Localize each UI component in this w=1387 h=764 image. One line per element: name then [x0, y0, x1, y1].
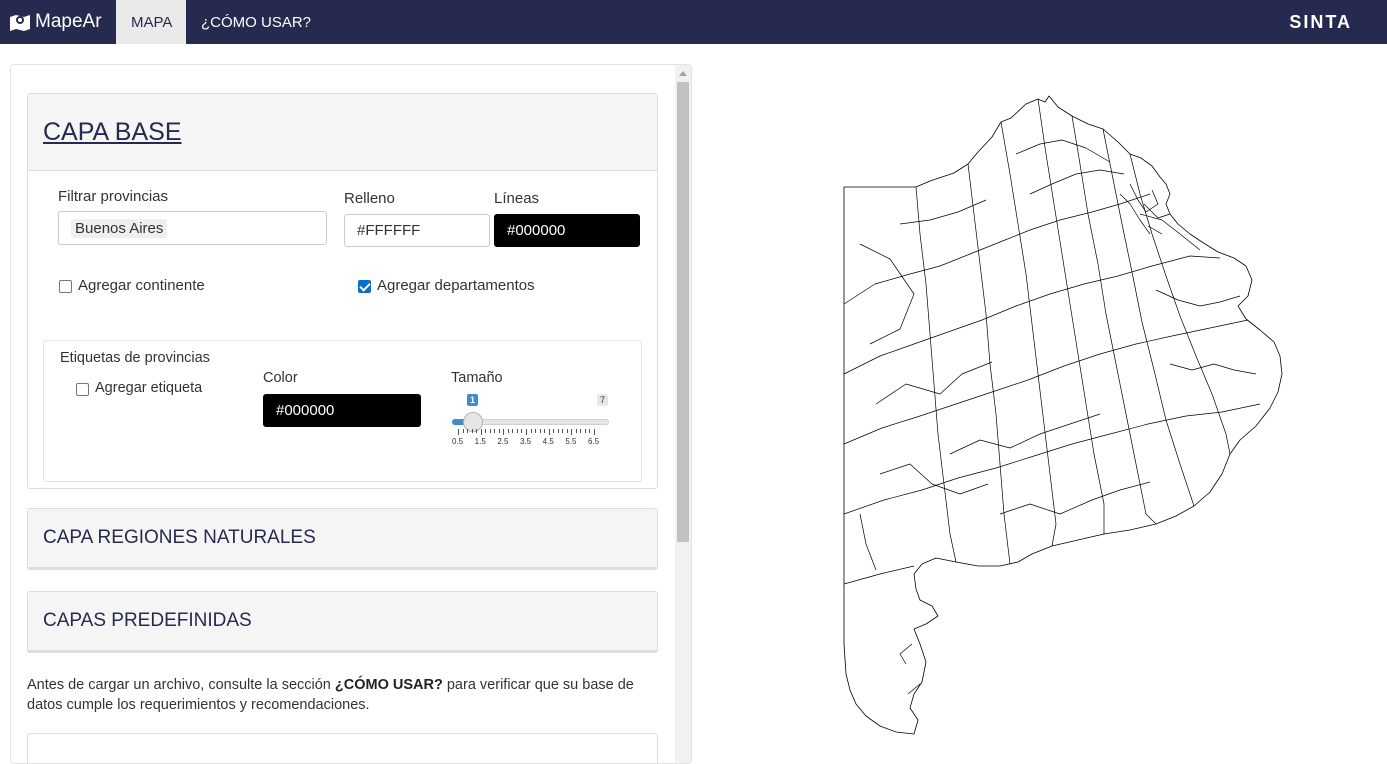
scrollbar-thumb[interactable] [677, 82, 689, 542]
tab-como-usar[interactable]: ¿CÓMO USAR? [186, 0, 326, 44]
add-continent-checkbox[interactable] [59, 280, 72, 293]
brand[interactable]: MapeAr [9, 0, 102, 44]
fill-color-input[interactable]: #FFFFFF [344, 214, 490, 247]
note-link[interactable]: ¿CÓMO USAR? [335, 677, 443, 693]
slider-tick [471, 429, 473, 433]
slider-tick [512, 429, 514, 433]
filter-provinces-input[interactable]: Buenos Aires [58, 211, 327, 245]
sidebar-panel: CAPA BASE Filtrar provincias Buenos Aire… [10, 64, 692, 764]
slider-tick [458, 429, 459, 435]
slider-tick [575, 429, 577, 433]
label-color-input[interactable]: #000000 [263, 394, 421, 427]
slider-tick [480, 429, 482, 435]
province-labels-title: Etiquetas de provincias [60, 350, 210, 366]
predefined-layers-title[interactable]: CAPAS PREDEFINIDAS [28, 592, 657, 652]
slider-tick [476, 429, 478, 433]
slider-tick [594, 429, 595, 435]
predefined-layers-panel: CAPAS PREDEFINIDAS [27, 591, 658, 653]
slider-tick [580, 429, 582, 433]
slider-tick [507, 429, 509, 433]
slider-tick [539, 429, 541, 433]
size-max-badge: 7 [597, 394, 609, 406]
slider-tick [530, 429, 532, 433]
province-outline [843, 95, 1283, 735]
slider-tick [548, 429, 550, 435]
slider-tick-label: 4.5 [542, 437, 554, 446]
filter-provinces-label: Filtrar provincias [58, 188, 169, 205]
province-chip[interactable]: Buenos Aires [71, 218, 168, 238]
lines-color-input[interactable]: #000000 [494, 214, 640, 247]
natural-regions-panel: CAPA REGIONES NATURALES [27, 508, 658, 570]
tab-mapa[interactable]: MAPA [116, 0, 186, 44]
slider-tick [584, 429, 586, 433]
note-text-before: Antes de cargar un archivo, consulte la … [27, 677, 335, 693]
slider-tick [489, 429, 491, 433]
slider-tick [553, 429, 555, 433]
slider-tick [526, 429, 527, 435]
slider-tick-label: 0.5 [452, 437, 464, 446]
slider-tick [503, 429, 505, 435]
add-departments-checkbox[interactable] [358, 280, 371, 293]
lines-label: Líneas [494, 190, 540, 207]
sidebar-scrollbar[interactable] [675, 65, 691, 763]
scroll-up-arrow-icon[interactable] [679, 71, 687, 76]
slider-tick [494, 429, 496, 433]
slider-tick-label: 5.5 [565, 437, 577, 446]
slider-tick [589, 429, 591, 433]
slider-tick [498, 429, 500, 433]
slider-tick [521, 429, 523, 433]
slider-tick [485, 429, 487, 433]
slider-tick [467, 429, 469, 433]
slider-tick [462, 429, 464, 433]
slider-tick [535, 429, 537, 433]
map-marker-icon [10, 15, 30, 31]
brand-name: MapeAr [35, 11, 102, 32]
slider-tick [557, 429, 559, 433]
add-continent-label[interactable]: Agregar continente [78, 277, 205, 294]
slider-tick-label: 3.5 [520, 437, 532, 446]
label-color-label: Color [263, 370, 298, 386]
navbar: MapeAr MAPA ¿CÓMO USAR? SINTA [0, 0, 1387, 44]
size-label: Tamaño [451, 370, 503, 386]
fill-label: Relleno [344, 190, 395, 207]
slider-tick [516, 429, 518, 433]
province-map[interactable] [700, 44, 1387, 749]
size-current-badge: 1 [467, 394, 479, 406]
slider-tick-label: 1.5 [474, 437, 486, 446]
province-labels-box: Etiquetas de provincias Agregar etiqueta… [43, 340, 642, 482]
slider-tick [562, 429, 564, 433]
base-layer-title[interactable]: CAPA BASE [28, 94, 657, 171]
slider-tick [566, 429, 568, 433]
base-layer-panel: CAPA BASE Filtrar provincias Buenos Aire… [27, 93, 658, 489]
add-label-text[interactable]: Agregar etiqueta [95, 380, 202, 396]
slider-tick-label: 2.5 [497, 437, 509, 446]
sinta-logo: SINTA [1289, 11, 1352, 32]
slider-tick [544, 429, 546, 433]
natural-regions-title[interactable]: CAPA REGIONES NATURALES [28, 509, 657, 569]
add-label-checkbox[interactable] [76, 383, 89, 396]
upload-note: Antes de cargar un archivo, consulte la … [27, 675, 667, 715]
slider-tick-label: 6.5 [588, 437, 600, 446]
slider-tick [571, 429, 573, 435]
add-departments-label[interactable]: Agregar departamentos [377, 277, 535, 294]
